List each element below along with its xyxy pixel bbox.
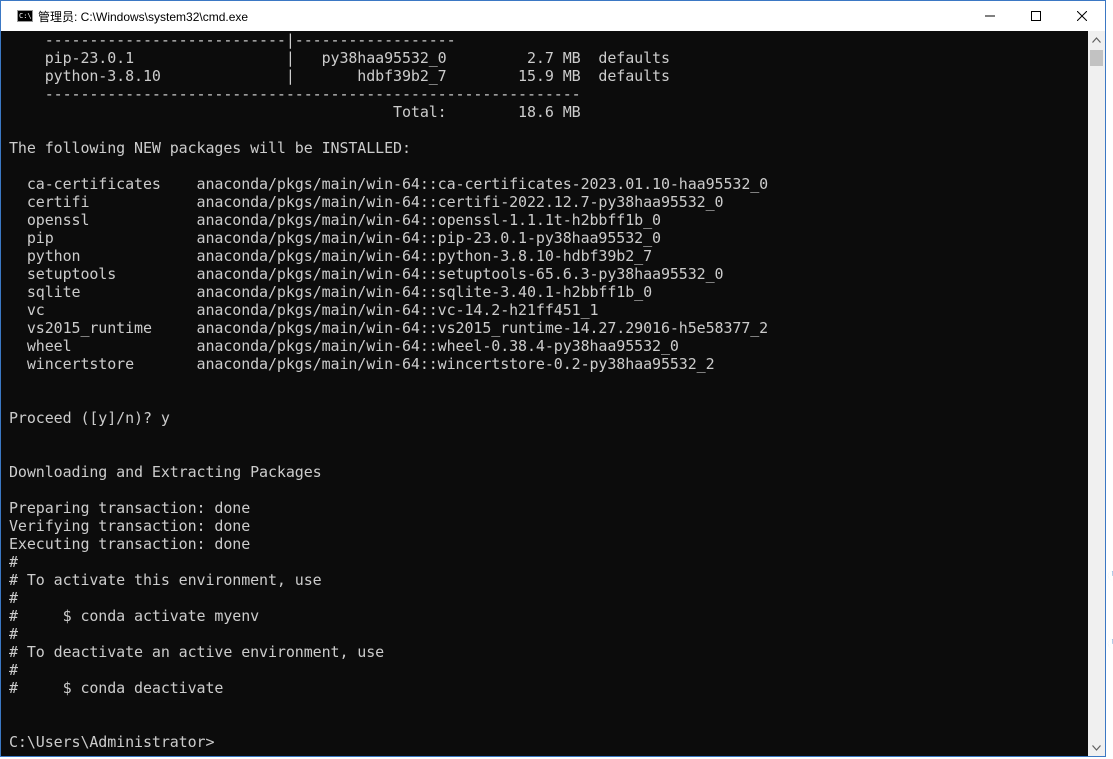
console-lines: ---------------------------|------------… <box>9 31 768 751</box>
console-line: sqlite anaconda/pkgs/main/win-64::sqlite… <box>9 283 653 301</box>
console-line: ---------------------------|------------… <box>9 31 456 49</box>
chevron-down-icon <box>1092 744 1101 751</box>
minimize-icon <box>985 15 995 17</box>
console-line: python-3.8.10 | hdbf39b2_7 15.9 MB defau… <box>9 67 670 85</box>
minimize-button[interactable] <box>967 1 1013 31</box>
console-line: # <box>9 625 18 643</box>
console-line: ----------------------------------------… <box>9 85 581 103</box>
window-title: 管理员: C:\Windows\system32\cmd.exe <box>38 9 249 24</box>
console-line: wincertstore anaconda/pkgs/main/win-64::… <box>9 355 715 373</box>
window-controls <box>967 1 1105 31</box>
console-output[interactable]: ---------------------------|------------… <box>1 31 1088 756</box>
maximize-icon <box>1031 11 1041 21</box>
console-line: python anaconda/pkgs/main/win-64::python… <box>9 247 653 265</box>
console-line: # To deactivate an active environment, u… <box>9 643 385 661</box>
console-line: certifi anaconda/pkgs/main/win-64::certi… <box>9 193 724 211</box>
console-line: Downloading and Extracting Packages <box>9 463 322 481</box>
desktop-icon-fragment: ◔ <box>1106 630 1113 655</box>
console-line: # $ conda activate myenv <box>9 607 260 625</box>
chevron-up-icon <box>1092 36 1101 43</box>
cmd-window: C:\ 管理员: C:\Windows\system32\cmd.exe ---… <box>0 0 1106 757</box>
close-button[interactable] <box>1059 1 1105 31</box>
vertical-scrollbar[interactable] <box>1088 31 1105 756</box>
console-line: # <box>9 661 18 679</box>
scroll-up-button[interactable] <box>1088 31 1105 48</box>
cmd-app-icon[interactable]: C:\ <box>17 10 33 22</box>
console-line: openssl anaconda/pkgs/main/win-64::opens… <box>9 211 661 229</box>
scroll-down-button[interactable] <box>1088 739 1105 756</box>
console-line: # $ conda deactivate <box>9 679 224 697</box>
desktop-background: ◔ ◔ <box>1106 0 1113 759</box>
console-line: pip anaconda/pkgs/main/win-64::pip-23.0.… <box>9 229 661 247</box>
title-bar[interactable]: C:\ 管理员: C:\Windows\system32\cmd.exe <box>1 1 1105 31</box>
console-line: C:\Users\Administrator> <box>9 733 215 751</box>
console-line: # <box>9 553 18 571</box>
console-line: Executing transaction: done <box>9 535 251 553</box>
console-line: # To activate this environment, use <box>9 571 322 589</box>
console-line: Total: 18.6 MB <box>9 103 581 121</box>
console-line: Verifying transaction: done <box>9 517 251 535</box>
console-line: ca-certificates anaconda/pkgs/main/win-6… <box>9 175 769 193</box>
scrollbar-thumb[interactable] <box>1090 50 1103 66</box>
console-line: Preparing transaction: done <box>9 499 251 517</box>
console-line: wheel anaconda/pkgs/main/win-64::wheel-0… <box>9 337 679 355</box>
console-line: # <box>9 589 18 607</box>
console-line: vs2015_runtime anaconda/pkgs/main/win-64… <box>9 319 769 337</box>
maximize-button[interactable] <box>1013 1 1059 31</box>
console-line: Proceed ([y]/n)? y <box>9 409 170 427</box>
close-icon <box>1077 11 1087 21</box>
console-line: pip-23.0.1 | py38haa95532_0 2.7 MB defau… <box>9 49 670 67</box>
console-line: The following NEW packages will be INSTA… <box>9 139 411 157</box>
console-line: setuptools anaconda/pkgs/main/win-64::se… <box>9 265 724 283</box>
console-line: vc anaconda/pkgs/main/win-64::vc-14.2-h2… <box>9 301 599 319</box>
desktop-icon-fragment: ◔ <box>1106 562 1113 587</box>
